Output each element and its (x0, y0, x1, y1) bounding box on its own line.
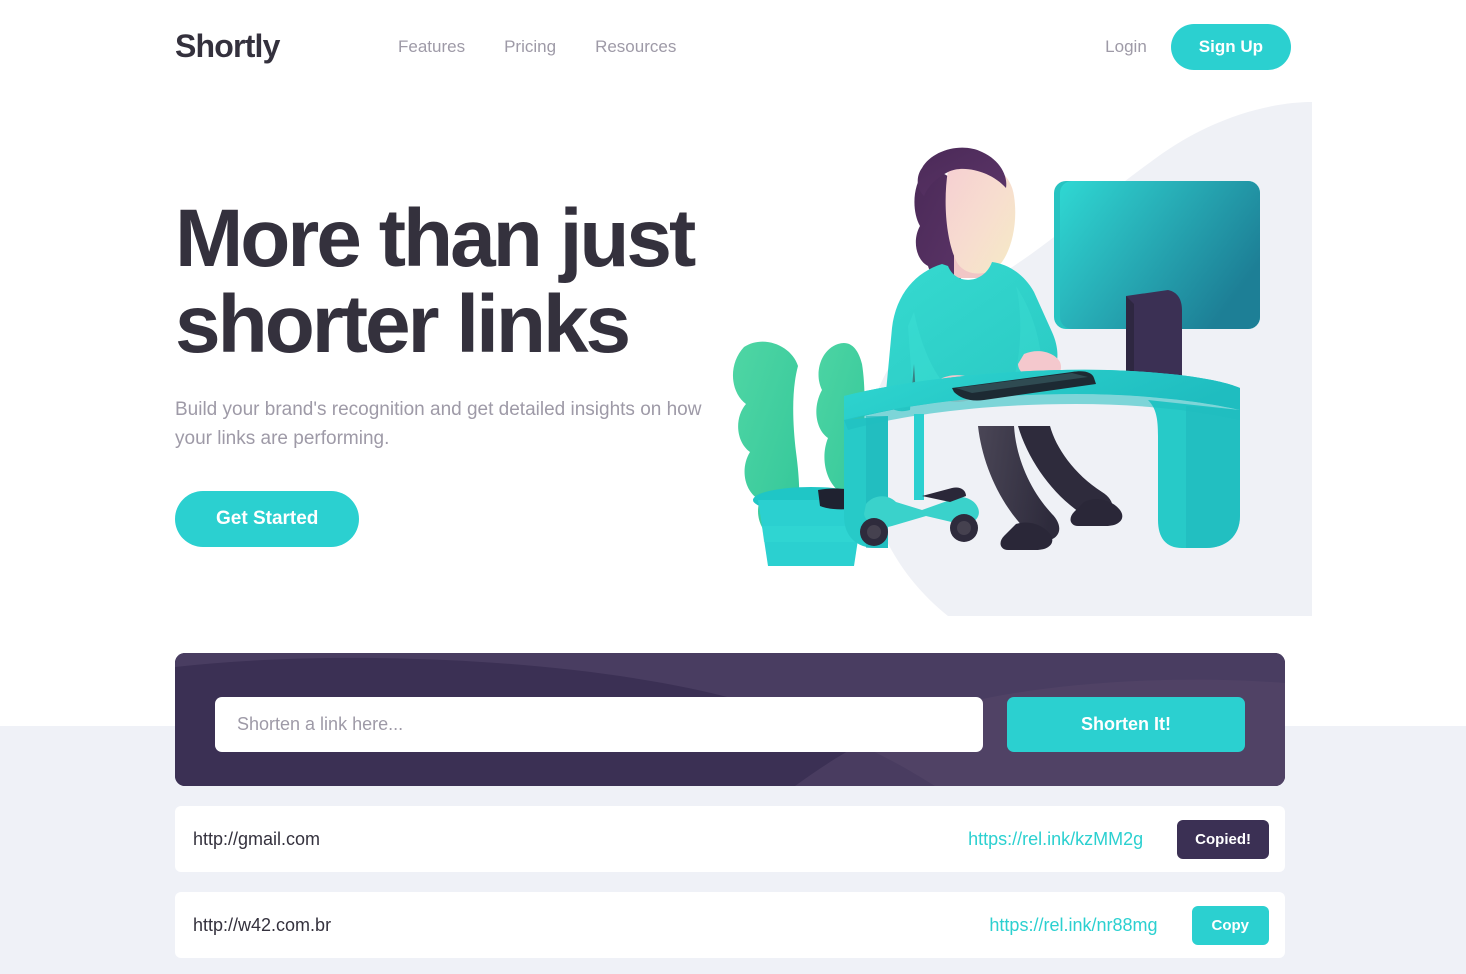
landing-page: Shortly Features Pricing Resources Login… (0, 0, 1466, 974)
get-started-button[interactable]: Get Started (175, 491, 360, 548)
page-title: More than just shorter links (175, 193, 735, 371)
original-url: http://gmail.com (193, 828, 321, 849)
shorten-it-button[interactable]: Shorten It! (1007, 697, 1245, 752)
hero-section: More than just shorter links Build your … (0, 96, 1466, 656)
shortened-link-row: http://gmail.com https://rel.ink/kzMM2g … (175, 806, 1285, 872)
auth-actions: Login Sign Up (1093, 24, 1291, 70)
hero-subtitle: Build your brand's recognition and get d… (175, 399, 702, 449)
copy-button[interactable]: Copy (1191, 905, 1269, 945)
login-link[interactable]: Login (1093, 25, 1159, 69)
link-input[interactable] (215, 697, 983, 752)
hero-title-line-1: More than just (175, 193, 696, 284)
main-navigation: Features Pricing Resources (398, 37, 676, 57)
nav-item-features[interactable]: Features (398, 37, 465, 57)
sign-up-button[interactable]: Sign Up (1170, 24, 1291, 70)
original-url: http://w42.com.br (193, 914, 332, 935)
shortened-url-link[interactable]: https://rel.ink/kzMM2g (968, 829, 1143, 850)
copied-button[interactable]: Copied! (1177, 819, 1269, 859)
shortened-link-row: http://w42.com.br https://rel.ink/nr88mg… (175, 892, 1285, 958)
hero-copy: More than just shorter links Build your … (175, 193, 735, 548)
nav-item-pricing[interactable]: Pricing (504, 37, 556, 57)
shortened-url-link[interactable]: https://rel.ink/nr88mg (989, 915, 1157, 936)
url-shortener-card: Shorten It! (175, 653, 1285, 786)
hero-title-line-2: shorter links (175, 279, 631, 371)
site-header: Shortly Features Pricing Resources Login… (0, 0, 1466, 96)
person-working-at-desk-illustration (716, 96, 1336, 616)
shorten-form: Shorten It! (215, 697, 1245, 752)
brand-logo[interactable]: Shortly (175, 28, 280, 65)
nav-item-resources[interactable]: Resources (595, 37, 676, 57)
